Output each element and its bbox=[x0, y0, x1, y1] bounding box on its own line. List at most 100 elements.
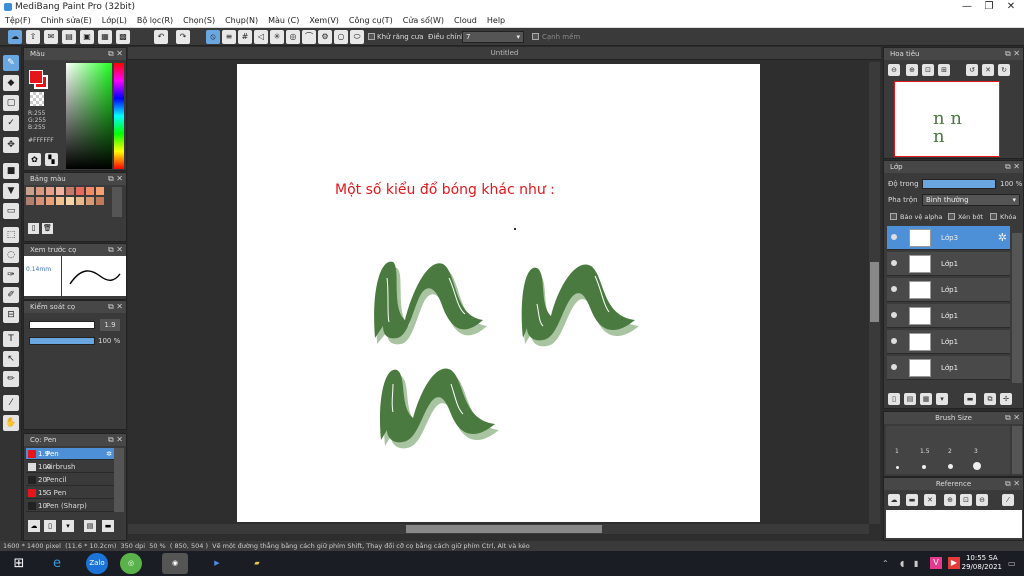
zoom-in-icon[interactable]: ⊕ bbox=[906, 64, 918, 76]
eraser-tool-icon[interactable]: ◆ bbox=[3, 75, 19, 91]
text-tool-icon[interactable]: T bbox=[3, 331, 19, 347]
reference-fit-icon[interactable]: ⊡ bbox=[960, 494, 972, 506]
foreground-color-swatch[interactable] bbox=[29, 70, 43, 84]
layer-opacity-slider[interactable] bbox=[922, 179, 996, 189]
maximize-button[interactable]: ❐ bbox=[978, 0, 1000, 14]
tray-app2-icon[interactable]: ▶ bbox=[948, 557, 960, 569]
brush-item-g-pen[interactable]: 15G Pen bbox=[26, 487, 114, 499]
brush-item-pen[interactable]: 1.9Pen ✲ bbox=[26, 448, 114, 460]
snap-radial-icon[interactable]: ✳ bbox=[270, 30, 284, 44]
color-swatch[interactable] bbox=[66, 197, 74, 205]
brush-item-airbrush[interactable]: 100Airbrush bbox=[26, 461, 114, 473]
select-dotted-icon[interactable]: ⬚ bbox=[3, 227, 19, 243]
fit-icon[interactable]: ⊡ bbox=[922, 64, 934, 76]
color-swatch[interactable] bbox=[26, 197, 34, 205]
saturation-value-field[interactable] bbox=[66, 63, 112, 169]
color-swatch[interactable] bbox=[66, 187, 74, 195]
zoom-app-icon[interactable]: ▶ bbox=[204, 553, 230, 574]
snap-off-icon[interactable]: ⦸ bbox=[206, 30, 220, 44]
snap-curve-icon[interactable]: ⌒ bbox=[302, 30, 316, 44]
new-page-icon[interactable]: ▤ bbox=[904, 393, 916, 405]
file-explorer-icon[interactable]: ▰ bbox=[244, 553, 270, 574]
swatch-scrollbar[interactable] bbox=[112, 187, 122, 217]
brush-menu-icon[interactable]: ▾ bbox=[62, 520, 74, 532]
color-swatch[interactable] bbox=[86, 187, 94, 195]
color-swatch[interactable] bbox=[46, 187, 54, 195]
delete-swatch-icon[interactable]: 🗑 bbox=[42, 223, 53, 234]
menu-filter[interactable]: Bộ lọc(R) bbox=[132, 14, 178, 28]
edge-checkbox[interactable] bbox=[532, 33, 539, 40]
rotate-right-icon[interactable]: ↻ bbox=[998, 64, 1010, 76]
rotate-left-icon[interactable]: ↺ bbox=[966, 64, 978, 76]
panel-close-icon[interactable]: ⧉ ✕ bbox=[1005, 161, 1020, 173]
snap-circle-icon[interactable]: ○ bbox=[334, 30, 348, 44]
canvas-page[interactable]: Một số kiểu đổ bóng khác như : bbox=[237, 64, 760, 522]
lasso-icon[interactable]: ◌ bbox=[3, 247, 19, 263]
brush-opacity-slider[interactable] bbox=[29, 337, 95, 345]
size-dot[interactable] bbox=[922, 465, 926, 469]
save-icon[interactable]: ▣ bbox=[80, 30, 94, 44]
protect-alpha-checkbox[interactable] bbox=[890, 213, 897, 220]
minimize-button[interactable]: — bbox=[956, 0, 978, 14]
layer-row[interactable]: Lớp1 bbox=[887, 330, 1010, 354]
actual-size-icon[interactable]: ⊞ bbox=[938, 64, 950, 76]
panel-close-icon[interactable]: ⧉ ✕ bbox=[108, 173, 123, 185]
size-dot[interactable] bbox=[973, 462, 981, 470]
brush-list-scrollbar[interactable] bbox=[114, 448, 124, 512]
color-swatch[interactable] bbox=[56, 187, 64, 195]
color-swatch[interactable] bbox=[76, 197, 84, 205]
snap-settings-icon[interactable]: ⚙ bbox=[318, 30, 332, 44]
color-swatch[interactable] bbox=[96, 187, 104, 195]
canvas-horizontal-scrollbar[interactable] bbox=[128, 524, 869, 534]
size-dot[interactable] bbox=[896, 466, 899, 469]
layer-row[interactable]: Lớp1 bbox=[887, 356, 1010, 380]
cloud-icon[interactable]: ☁ bbox=[8, 30, 22, 44]
layer-row[interactable]: Lớp1 bbox=[887, 278, 1010, 302]
horizontal-scroll-thumb[interactable] bbox=[406, 525, 602, 533]
menu-file[interactable]: Tệp(F) bbox=[0, 14, 36, 28]
reference-picker-icon[interactable]: ⁄ bbox=[1002, 494, 1014, 506]
panel-close-icon[interactable]: ⧉ ✕ bbox=[108, 48, 123, 60]
select-pen-icon[interactable]: ✑ bbox=[3, 267, 19, 283]
correction-select[interactable]: 7 ▾ bbox=[462, 31, 524, 43]
reference-zoom-out-icon[interactable]: ⊖ bbox=[976, 494, 988, 506]
color-swatch[interactable] bbox=[56, 197, 64, 205]
swatch-grid[interactable] bbox=[26, 187, 110, 217]
panel-close-icon[interactable]: ⧉ ✕ bbox=[108, 301, 123, 313]
speaker-icon[interactable]: ◖ bbox=[900, 559, 904, 568]
layer-row[interactable]: Lớp1 bbox=[887, 252, 1010, 276]
size-grid[interactable]: 1 1.5 2 3 bbox=[886, 426, 1010, 474]
canvas-vertical-scrollbar[interactable] bbox=[869, 62, 880, 524]
size-2[interactable]: 2 bbox=[948, 448, 952, 455]
panel-close-icon[interactable]: ⧉ ✕ bbox=[1005, 48, 1020, 60]
snap-grid-icon[interactable]: # bbox=[238, 30, 252, 44]
transparent-swatch[interactable] bbox=[30, 92, 44, 106]
new-layer-icon[interactable]: ▯ bbox=[888, 393, 900, 405]
color-swatch[interactable] bbox=[36, 187, 44, 195]
menu-tools[interactable]: Công cụ(T) bbox=[344, 14, 398, 28]
panel-close-icon[interactable]: ⧉ ✕ bbox=[1005, 478, 1020, 490]
panel-close-icon[interactable]: ⧉ ✕ bbox=[1005, 412, 1020, 424]
layer-row[interactable]: Lớp1 bbox=[887, 304, 1010, 328]
menu-view[interactable]: Xem(V) bbox=[304, 14, 344, 28]
color-swatch[interactable] bbox=[36, 197, 44, 205]
color-picker-icon[interactable]: ▚ bbox=[45, 153, 58, 166]
lock-checkbox[interactable] bbox=[990, 213, 997, 220]
layer-settings-icon[interactable]: ✢ bbox=[1000, 393, 1012, 405]
vertical-scroll-thumb[interactable] bbox=[870, 262, 879, 322]
halftone-layer-icon[interactable]: ▦ bbox=[920, 393, 932, 405]
add-brush-icon[interactable]: ▯ bbox=[44, 520, 56, 532]
size-1-5[interactable]: 1.5 bbox=[920, 448, 930, 455]
hue-slider[interactable] bbox=[114, 63, 124, 169]
rect-select-icon[interactable]: ▢ bbox=[3, 95, 19, 111]
panel-close-icon[interactable]: ⧉ ✕ bbox=[108, 244, 123, 256]
edge-browser-icon[interactable]: e bbox=[44, 553, 70, 574]
size-1[interactable]: 1 bbox=[895, 448, 899, 455]
menu-window[interactable]: Cửa sổ(W) bbox=[398, 14, 449, 28]
clipping-checkbox[interactable] bbox=[948, 213, 955, 220]
redo-icon[interactable]: ↷ bbox=[176, 30, 190, 44]
menu-cloud[interactable]: Cloud bbox=[449, 14, 482, 28]
brush-item-pencil[interactable]: 20Pencil bbox=[26, 474, 114, 486]
size-dot[interactable] bbox=[948, 464, 953, 469]
menu-select[interactable]: Chọn(S) bbox=[178, 14, 220, 28]
